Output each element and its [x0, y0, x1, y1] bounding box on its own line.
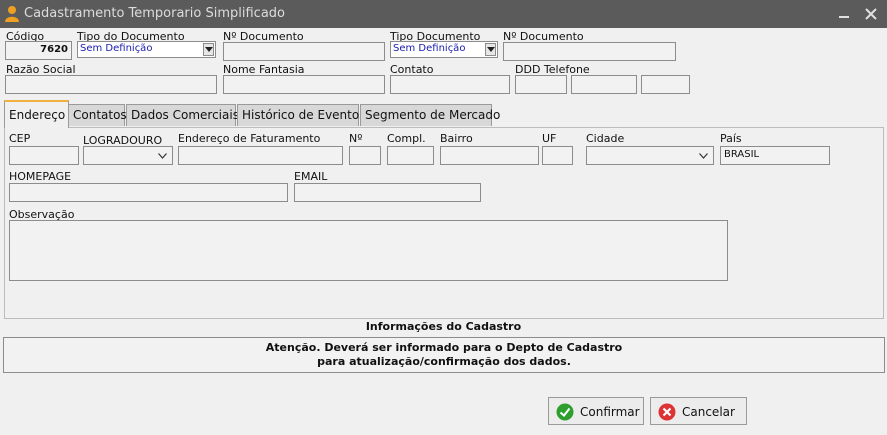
- minimize-icon[interactable]: [834, 4, 854, 24]
- ramal-field[interactable]: [641, 75, 690, 94]
- button-bar: [0, 374, 887, 435]
- numero-label: Nº: [349, 132, 363, 145]
- cidade-label: Cidade: [586, 132, 625, 145]
- tab-contatos[interactable]: Contatos: [68, 104, 127, 126]
- nome-fantasia-field[interactable]: [223, 75, 385, 94]
- observacao-textarea[interactable]: [9, 220, 728, 281]
- numero-field[interactable]: [349, 146, 381, 165]
- homepage-label: HOMEPAGE: [9, 170, 72, 183]
- cancel-icon: [658, 403, 676, 421]
- dropdown-button[interactable]: [485, 43, 496, 56]
- compl-label: Compl.: [387, 132, 426, 145]
- check-icon: [556, 403, 574, 421]
- email-field[interactable]: [294, 183, 481, 202]
- tipo-documento2-value: Sem Definição: [393, 43, 466, 54]
- endereco-faturamento-label: Endereço de Faturamento: [178, 132, 321, 145]
- uf-field[interactable]: [542, 146, 573, 165]
- tipo-documento2-select[interactable]: Sem Definição: [390, 41, 498, 58]
- info-line-1: Atenção. Deverá ser informado para o Dep…: [265, 341, 623, 354]
- info-box: Atenção. Deverá ser informado para o Dep…: [3, 337, 885, 373]
- pais-field[interactable]: BRASIL: [720, 146, 830, 165]
- telefone-field[interactable]: [571, 75, 637, 94]
- info-title: Informações do Cadastro: [365, 320, 522, 333]
- window-title: Cadastramento Temporario Simplificado: [24, 6, 285, 21]
- tipo-documento-value: Sem Definição: [80, 43, 153, 54]
- pais-label: País: [720, 132, 742, 145]
- triangle-down-icon: [205, 47, 213, 52]
- triangle-down-icon: [487, 47, 495, 52]
- uf-label: UF: [542, 132, 557, 145]
- tab-historico-eventos[interactable]: Histórico de Eventos: [237, 104, 365, 126]
- window: Cadastramento Temporario Simplificado Có…: [0, 0, 887, 435]
- cep-label: CEP: [9, 132, 31, 145]
- tab-dados-comerciais[interactable]: Dados Comerciais: [126, 104, 239, 126]
- title-bar[interactable]: Cadastramento Temporario Simplificado: [0, 0, 887, 28]
- tipo-documento-select[interactable]: Sem Definição: [77, 41, 216, 58]
- endereco-faturamento-field[interactable]: [178, 146, 343, 165]
- bairro-label: Bairro: [440, 132, 473, 145]
- chevron-down-icon: [699, 153, 708, 159]
- compl-field[interactable]: [387, 146, 434, 165]
- tab-segmento-mercado[interactable]: Segmento de Mercado: [360, 104, 500, 126]
- razao-social-field[interactable]: [5, 75, 217, 94]
- codigo-field[interactable]: 7620: [5, 41, 72, 60]
- cancelar-label: Cancelar: [682, 405, 735, 419]
- confirmar-label: Confirmar: [580, 405, 640, 419]
- info-line-2: para atualização/confirmação dos dados.: [317, 355, 571, 368]
- cidade-select[interactable]: [586, 146, 714, 165]
- ddd-field[interactable]: [515, 75, 567, 94]
- logradouro-select[interactable]: [83, 146, 173, 165]
- chevron-down-icon: [158, 153, 167, 159]
- close-icon[interactable]: [861, 4, 881, 24]
- confirmar-button[interactable]: Confirmar: [548, 397, 644, 425]
- contato-field[interactable]: [390, 75, 510, 94]
- n-documento2-field[interactable]: [503, 42, 676, 61]
- cep-field[interactable]: [9, 146, 79, 165]
- dropdown-button[interactable]: [203, 43, 214, 56]
- bairro-field[interactable]: [440, 146, 539, 165]
- email-label: EMAIL: [294, 170, 328, 183]
- n-documento-field[interactable]: [223, 42, 385, 61]
- tab-endereco[interactable]: Endereço: [4, 100, 69, 128]
- user-icon: [5, 6, 19, 22]
- homepage-field[interactable]: [9, 183, 288, 202]
- cancelar-button[interactable]: Cancelar: [650, 397, 747, 425]
